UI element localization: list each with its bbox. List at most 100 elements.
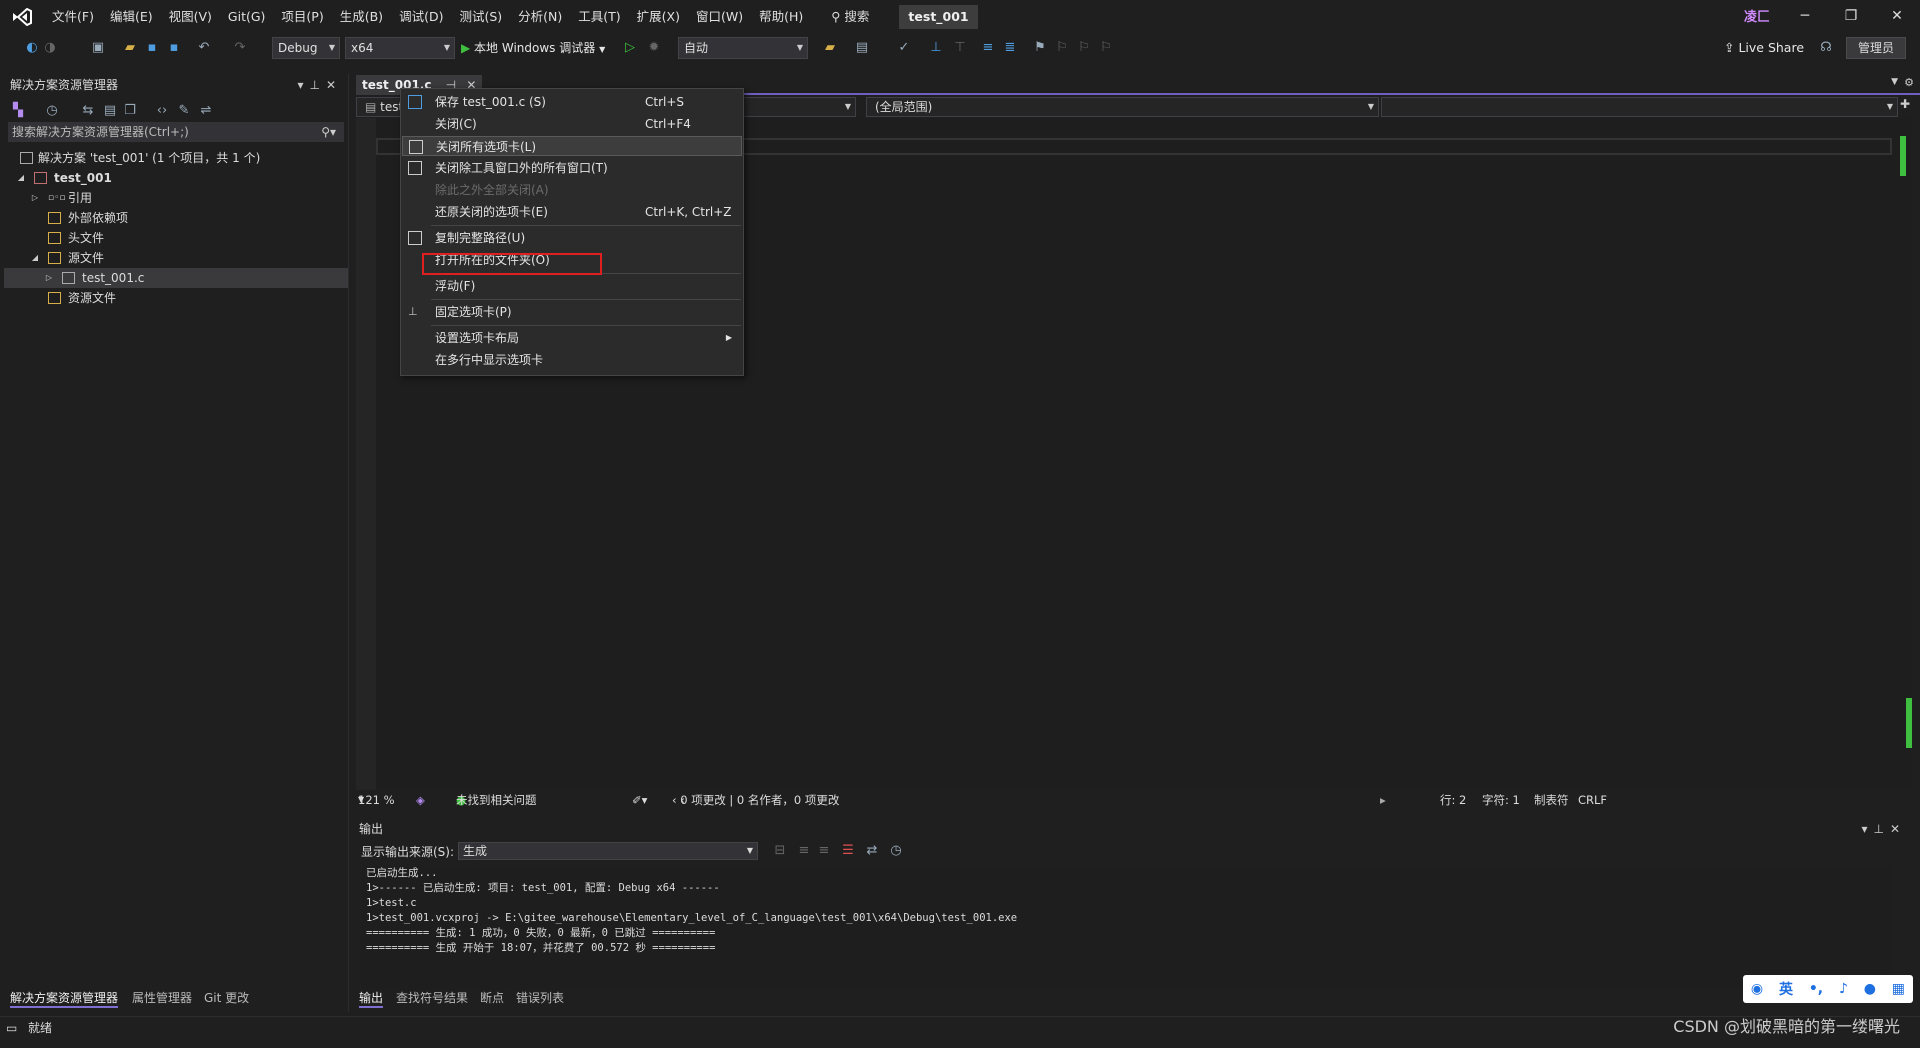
menu-edit[interactable]: 编辑(E) bbox=[102, 0, 161, 33]
tab-git-changes[interactable]: Git 更改 bbox=[204, 988, 249, 1008]
minimize-button[interactable]: ─ bbox=[1782, 0, 1828, 33]
platform-select[interactable]: x64 ▼ bbox=[345, 37, 455, 59]
vs-icon[interactable]: ▚ bbox=[10, 103, 26, 119]
intellicode-icon[interactable]: ◈ bbox=[416, 790, 425, 810]
menu-debug[interactable]: 调试(D) bbox=[391, 0, 451, 33]
tabs-indicator[interactable]: 制表符 bbox=[1534, 790, 1569, 810]
menu-item-tab-layout[interactable]: 设置选项卡布局 ▶ bbox=[402, 328, 742, 348]
tab-solution-explorer[interactable]: 解决方案资源管理器 bbox=[10, 988, 119, 1008]
pin-icon[interactable]: ⊥ bbox=[1873, 822, 1889, 836]
panel-menu-icon[interactable]: ▾ bbox=[297, 78, 309, 92]
ime-punctuation-icon[interactable]: •, bbox=[1809, 981, 1823, 997]
tree-item-header-files[interactable]: 头文件 bbox=[4, 228, 348, 248]
menu-tools[interactable]: 工具(T) bbox=[570, 0, 628, 33]
solution-explorer-search-input[interactable]: 搜索解决方案资源管理器(Ctrl+;) ⚲▾ bbox=[8, 122, 344, 142]
menu-item-close-all-but-tool-windows[interactable]: 关闭除工具窗口外的所有窗口(T) bbox=[402, 158, 742, 178]
tab-output[interactable]: 输出 bbox=[359, 988, 384, 1008]
line-indicator[interactable]: 行: 2 bbox=[1440, 790, 1466, 810]
menu-help[interactable]: 帮助(H) bbox=[751, 0, 811, 33]
open-file-icon[interactable]: ▰ bbox=[122, 40, 138, 56]
hot-reload-icon[interactable]: ✹ bbox=[646, 40, 662, 56]
menu-file[interactable]: 文件(F) bbox=[44, 0, 102, 33]
show-all-files-icon[interactable]: ❐ bbox=[122, 103, 138, 119]
scroll-thumb[interactable] bbox=[1906, 698, 1912, 748]
prev-bookmark-icon[interactable]: ⚐ bbox=[1054, 40, 1070, 56]
scope-nav-combo[interactable]: (全局范围) ▼ bbox=[866, 97, 1379, 117]
tab-property-manager[interactable]: 属性管理器 bbox=[132, 988, 192, 1008]
scroll-right-icon[interactable]: ▸ bbox=[1380, 790, 1386, 810]
menu-item-close-all-tabs[interactable]: 关闭所有选项卡(L) bbox=[402, 136, 742, 156]
clear-all-icon[interactable]: ☰ bbox=[840, 843, 856, 859]
collapsed-icon[interactable]: ▷ bbox=[30, 188, 40, 208]
eol-indicator[interactable]: CRLF bbox=[1578, 790, 1607, 810]
history-icon[interactable]: ◷ bbox=[44, 103, 60, 119]
tree-item-source-files[interactable]: ◢ 源文件 bbox=[4, 248, 348, 268]
menu-window[interactable]: 窗口(W) bbox=[688, 0, 751, 33]
git-changes-indicator[interactable]: ‹ 0 项更改 | 0 名作者，0 项更改 ‹ bbox=[672, 790, 839, 810]
tab-find-symbol-results[interactable]: 查找符号结果 bbox=[396, 988, 468, 1008]
tree-item-solution[interactable]: 解决方案 'test_001' (1 个项目，共 1 个) bbox=[4, 148, 348, 168]
navigate-back-icon[interactable]: ◐ bbox=[24, 40, 40, 56]
feedback-icon[interactable]: ☊ bbox=[1818, 40, 1834, 56]
settings-gear-icon[interactable]: ⚙ bbox=[1904, 76, 1914, 89]
folder-icon[interactable]: ▰ bbox=[822, 40, 838, 56]
sync-icon[interactable]: ⇆ bbox=[80, 103, 96, 119]
new-project-icon[interactable]: ▣ bbox=[90, 40, 106, 56]
navigate-forward-icon[interactable]: ◑ bbox=[42, 40, 58, 56]
preview-icon[interactable]: ⇌ bbox=[198, 103, 214, 119]
menu-item-multirow-tabs[interactable]: 在多行中显示选项卡 bbox=[402, 350, 742, 370]
microphone-icon[interactable]: ♪ bbox=[1839, 981, 1848, 997]
editor-vertical-scrollbar[interactable] bbox=[1898, 118, 1912, 790]
expand-icon[interactable]: ◢ bbox=[16, 168, 26, 188]
menu-item-copy-full-path[interactable]: 复制完整路径(U) bbox=[402, 228, 742, 248]
close-panel-icon[interactable]: ✕ bbox=[1890, 822, 1906, 836]
comment-icon[interactable]: ≡ bbox=[980, 40, 996, 56]
output-source-select[interactable]: 生成 ▼ bbox=[458, 842, 758, 860]
redo-icon[interactable]: ↷ bbox=[232, 40, 248, 56]
clear-bookmarks-icon[interactable]: ⚐ bbox=[1098, 40, 1114, 56]
member-nav-combo[interactable]: ▼ bbox=[1381, 97, 1898, 117]
menu-view[interactable]: 视图(V) bbox=[161, 0, 220, 33]
code-cleanup-icon[interactable]: ✐▾ bbox=[632, 790, 647, 810]
user-icon[interactable]: ● bbox=[1864, 981, 1876, 997]
configuration-select[interactable]: Debug ▼ bbox=[272, 37, 340, 59]
bookmark-icon[interactable]: ⚑ bbox=[1032, 40, 1048, 56]
menu-test[interactable]: 测试(S) bbox=[451, 0, 510, 33]
ime-toolbar[interactable]: ◉ 英 •, ♪ ● ▦ bbox=[1743, 975, 1913, 1003]
menu-extensions[interactable]: 扩展(X) bbox=[629, 0, 688, 33]
menu-project[interactable]: 项目(P) bbox=[273, 0, 331, 33]
tree-item-test-001-c[interactable]: ▷ test_001.c bbox=[4, 268, 348, 288]
collapse-all-icon[interactable]: ▤ bbox=[102, 103, 118, 119]
collapsed-icon[interactable]: ▷ bbox=[44, 268, 54, 288]
view-code-icon[interactable]: ‹› bbox=[154, 103, 170, 119]
menu-build[interactable]: 生成(B) bbox=[332, 0, 391, 33]
tree-item-references[interactable]: ▷ ▫◦▫ 引用 bbox=[4, 188, 348, 208]
pin-icon[interactable]: ⊥ bbox=[309, 78, 325, 92]
target-mode-select[interactable]: 自动 ▼ bbox=[678, 37, 808, 59]
tab-list-icon[interactable]: ▼ bbox=[1891, 77, 1898, 87]
menu-item-close[interactable]: 关闭(C) Ctrl+F4 bbox=[402, 114, 742, 134]
step-over-icon[interactable]: ⊤ bbox=[952, 40, 968, 56]
user-avatar[interactable]: 凌匚 bbox=[1744, 6, 1770, 25]
uncomment-icon[interactable]: ≣ bbox=[1002, 40, 1018, 56]
timestamp-clock-icon[interactable]: ◷ bbox=[888, 843, 904, 859]
split-editor-icon[interactable]: ✚ bbox=[1900, 97, 1910, 111]
panel-menu-icon[interactable]: ▾ bbox=[1861, 822, 1873, 836]
restore-button[interactable]: ❐ bbox=[1828, 0, 1874, 33]
tree-item-resource-files[interactable]: 资源文件 bbox=[4, 288, 348, 308]
undo-icon[interactable]: ↶ bbox=[196, 40, 212, 56]
properties-wrench-icon[interactable]: ✎ bbox=[176, 103, 192, 119]
next-bookmark-icon[interactable]: ⚐ bbox=[1076, 40, 1092, 56]
tree-item-project[interactable]: ◢ test_001 bbox=[4, 168, 348, 188]
save-icon[interactable]: ▪ bbox=[144, 40, 160, 56]
word-wrap-icon[interactable]: ⇄ bbox=[864, 843, 880, 859]
menu-item-float[interactable]: 浮动(F) bbox=[402, 276, 742, 296]
save-all-icon[interactable]: ▪ bbox=[166, 40, 182, 56]
search-button[interactable]: ⚲ 搜索 bbox=[823, 0, 877, 33]
char-indicator[interactable]: 字符: 1 bbox=[1482, 790, 1520, 810]
menu-item-reopen-closed-tab[interactable]: 还原关闭的选项卡(E) Ctrl+K, Ctrl+Z bbox=[402, 202, 742, 222]
spell-check-icon[interactable]: ✓ bbox=[896, 40, 912, 56]
ime-lang-toggle[interactable]: 英 bbox=[1779, 979, 1793, 999]
next-message-icon[interactable]: ≡ bbox=[816, 843, 832, 859]
close-window-button[interactable]: ✕ bbox=[1874, 0, 1920, 33]
